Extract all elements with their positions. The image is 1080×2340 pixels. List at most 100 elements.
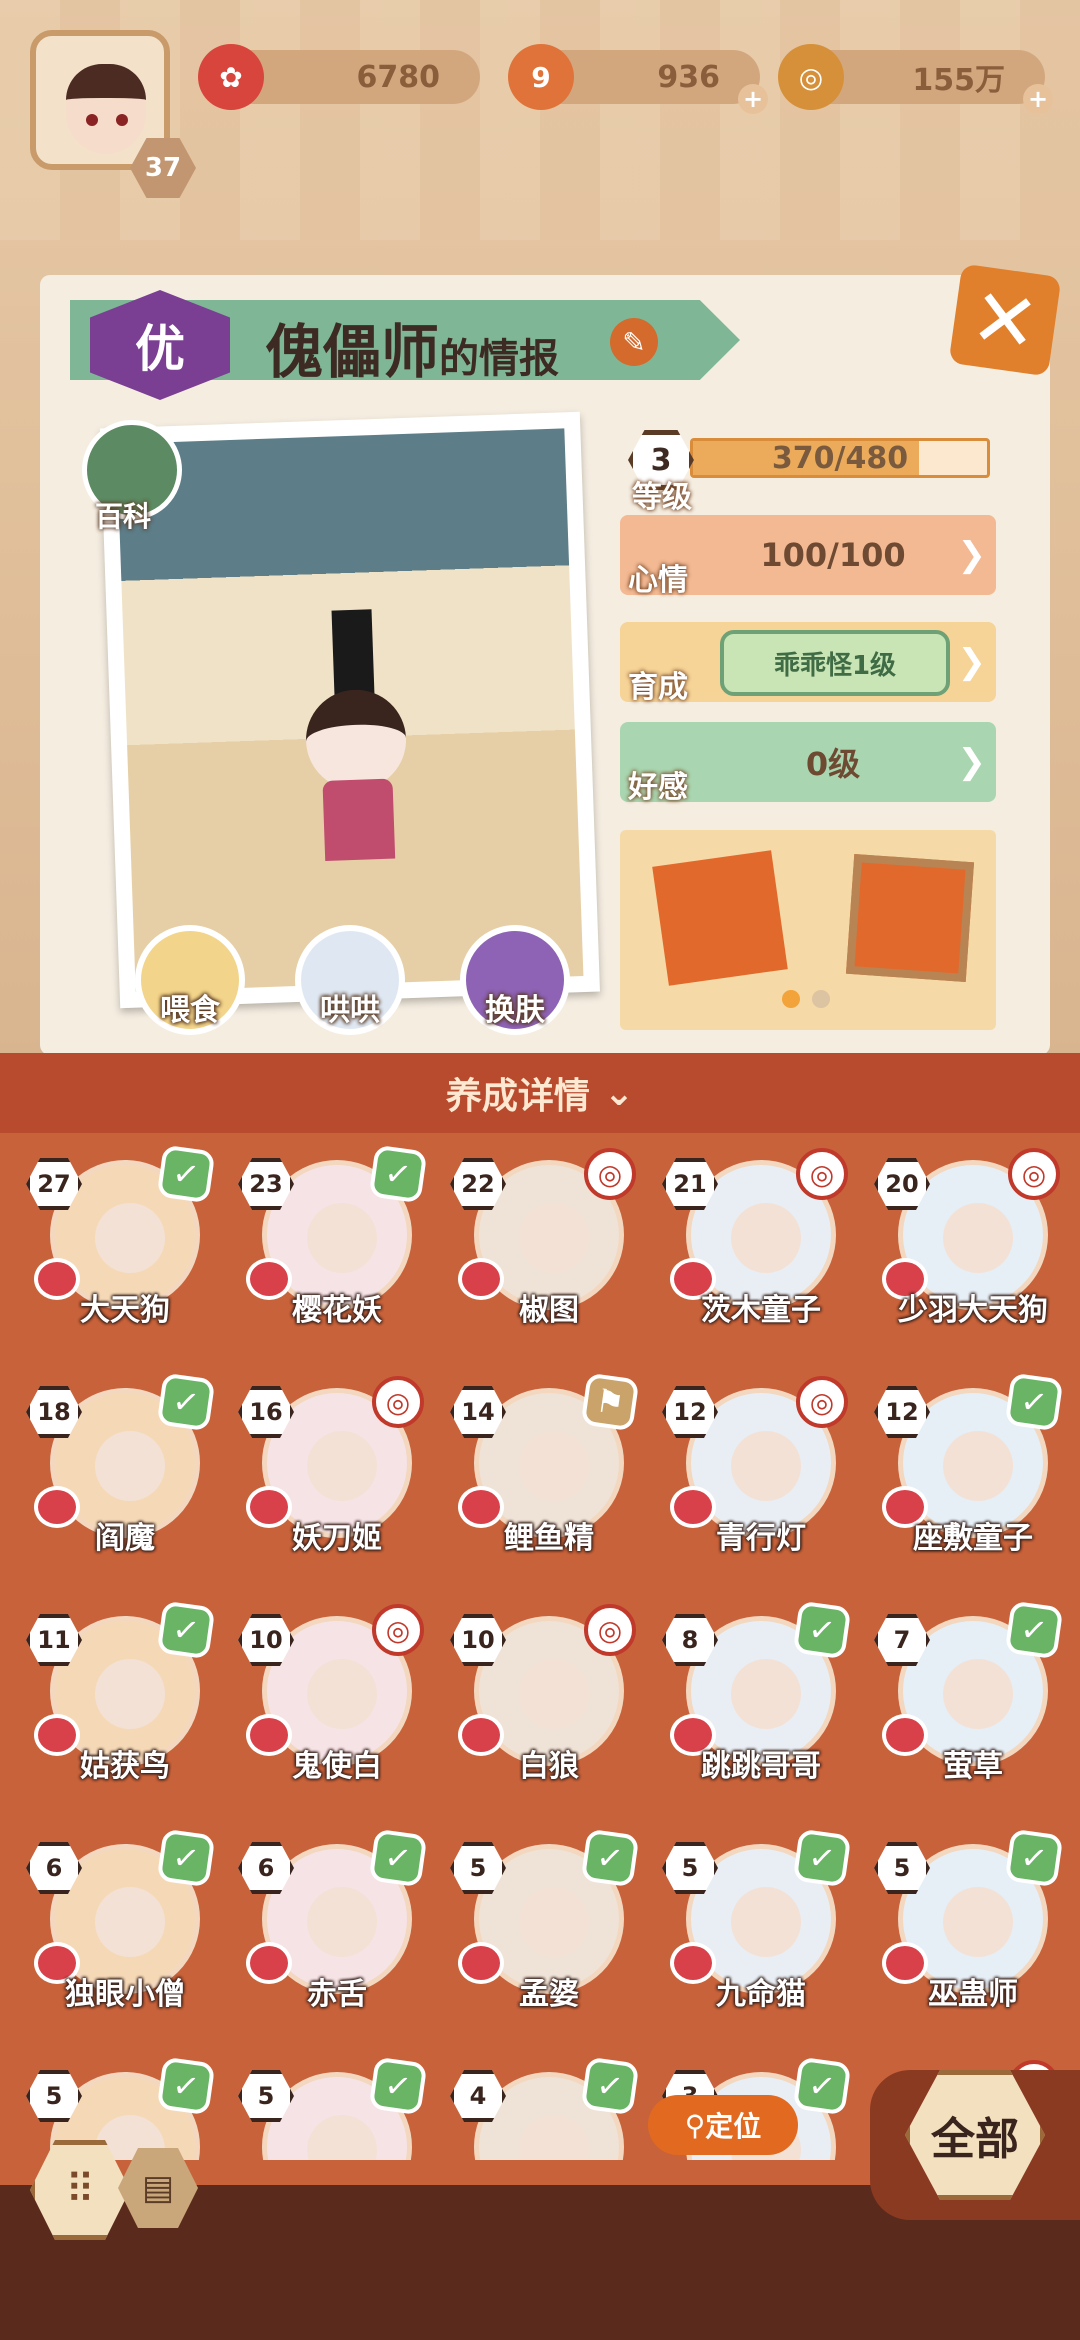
resource-value: 936 xyxy=(657,59,720,95)
pet-slot[interactable]: 12 ✓ 座敷童子 xyxy=(868,1368,1064,1578)
pet-face xyxy=(95,1203,165,1273)
puppeteer-character[interactable] xyxy=(282,607,431,872)
checkmark-icon: ✓ xyxy=(368,2056,428,2116)
resource-magatama[interactable]: 9 936 + xyxy=(508,44,768,114)
pet-slot[interactable]: 22 ◎ 椒图 xyxy=(444,1140,636,1350)
pet-face xyxy=(943,1887,1013,1957)
pet-name-label: 萤草 xyxy=(943,1749,1003,1784)
pet-name-label: 白狼 xyxy=(519,1749,579,1784)
pet-slot[interactable]: 23 ✓ 樱花妖 xyxy=(232,1140,428,1350)
seal-icon: ◎ xyxy=(372,1376,424,1428)
pet-slot[interactable]: 5 ✓ 九命猫 xyxy=(656,1824,852,2034)
pet-slot[interactable]: 4 ✓ xyxy=(444,2052,640,2160)
magatama-icon: 9 xyxy=(508,44,574,110)
chevron-right-icon: ❯ xyxy=(957,642,987,682)
pet-face xyxy=(519,2115,589,2160)
exp-text: 370/480 xyxy=(771,440,909,476)
affection-row[interactable]: 0级 ❯ 好感 xyxy=(620,722,996,805)
plum-flower-icon: ✿ xyxy=(198,44,264,110)
pet-face xyxy=(943,1659,1013,1729)
level-label: 等级 xyxy=(632,480,692,515)
pet-name-label: 椒图 xyxy=(519,1293,579,1328)
resource-sakura-coin[interactable]: ✿ 6780 xyxy=(198,44,480,110)
pet-name-label: 独眼小僧 xyxy=(65,1977,185,2012)
pet-slot[interactable]: 20 ◎ 少羽大天狗 xyxy=(868,1140,1060,1350)
pet-slot[interactable]: 14 ⚑ 鲤鱼精 xyxy=(444,1368,640,1578)
pet-slot[interactable]: 6 ✓ 赤舌 xyxy=(232,1824,428,2034)
pet-slot[interactable]: 21 ◎ 茨木童子 xyxy=(656,1140,848,1350)
pet-slot[interactable]: 6 ✓ 独眼小僧 xyxy=(20,1824,216,2034)
seal-icon: ◎ xyxy=(796,1376,848,1428)
checkmark-icon: ✓ xyxy=(792,1600,852,1660)
close-button[interactable]: ✕ xyxy=(948,263,1062,377)
character-body xyxy=(322,778,396,861)
pet-name-label: 赤舌 xyxy=(307,1977,367,2012)
pet-face xyxy=(731,1431,801,1501)
mood-label: 心情 xyxy=(628,563,688,598)
resource-value: 6780 xyxy=(356,59,441,95)
chevron-right-icon: ❯ xyxy=(957,742,987,782)
pet-name-label: 妖刀姬 xyxy=(292,1521,382,1556)
chevron-right-icon: ❯ xyxy=(957,535,987,575)
checkmark-icon: ✓ xyxy=(368,1828,428,1888)
edit-name-button[interactable]: ✎ xyxy=(610,318,658,366)
feed-label: 喂食 xyxy=(160,993,220,1028)
checkmark-icon: ✓ xyxy=(580,1828,640,1888)
pet-grid: 27 ✓ 大天狗 23 ✓ 樱花妖 22 ◎ 椒图 21 ◎ 茨木童子 20 ◎ 少羽大天狗 18 ✓ 阎魔 16 ◎… xyxy=(0,1140,1080,2160)
pet-photo xyxy=(100,411,600,1009)
pet-name-label: 跳跳哥哥 xyxy=(701,1749,821,1784)
character-hat xyxy=(331,609,375,701)
locate-button[interactable]: ⚲ 定位 xyxy=(648,2095,798,2155)
pet-name-label: 孟婆 xyxy=(519,1977,579,2012)
pet-slot[interactable]: 10 ◎ 鬼使白 xyxy=(232,1596,424,1806)
sticker-card-locked[interactable] xyxy=(845,853,975,983)
pet-slot[interactable]: 16 ◎ 妖刀姬 xyxy=(232,1368,424,1578)
seal-icon: ◎ xyxy=(796,1148,848,1200)
pet-face xyxy=(943,1203,1013,1273)
growth-label: 育成 xyxy=(628,670,688,705)
checkmark-icon: ✓ xyxy=(156,1828,216,1888)
add-magatama-button[interactable]: + xyxy=(738,84,768,114)
pet-slot[interactable]: 10 ◎ 白狼 xyxy=(444,1596,636,1806)
pet-name-label: 青行灯 xyxy=(716,1521,806,1556)
locate-label: 定位 xyxy=(705,2110,762,2143)
pet-slot[interactable]: 5 ✓ xyxy=(20,2052,216,2160)
page-dot[interactable] xyxy=(812,990,830,1008)
pet-name-label: 鲤鱼精 xyxy=(504,1521,594,1556)
pet-face xyxy=(731,1887,801,1957)
pet-slot[interactable]: 5 ✓ 孟婆 xyxy=(444,1824,640,2034)
change-skin-label: 换肤 xyxy=(485,993,545,1028)
resource-gold[interactable]: ◎ 155万 + xyxy=(778,44,1053,114)
checkmark-icon: ✓ xyxy=(1004,1372,1064,1432)
pet-slot[interactable]: 5 ✓ xyxy=(232,2052,428,2160)
add-gold-button[interactable]: + xyxy=(1023,84,1053,114)
page-dot-active[interactable] xyxy=(782,990,800,1008)
pet-face xyxy=(95,1659,165,1729)
seal-icon: ◎ xyxy=(1008,1148,1060,1200)
pet-face xyxy=(95,1887,165,1957)
pet-slot[interactable]: 12 ◎ 青行灯 xyxy=(656,1368,848,1578)
pet-face xyxy=(519,1431,589,1501)
pet-slot[interactable]: 11 ✓ 姑获鸟 xyxy=(20,1596,216,1806)
checkmark-icon: ✓ xyxy=(156,2056,216,2116)
pet-slot[interactable]: 18 ✓ 阎魔 xyxy=(20,1368,216,1578)
sticker-card-locked[interactable] xyxy=(652,850,788,986)
checkmark-icon: ✓ xyxy=(368,1144,428,1204)
pet-face xyxy=(519,1659,589,1729)
checkmark-icon: ✓ xyxy=(1004,1600,1064,1660)
pet-slot[interactable]: 27 ✓ 大天狗 xyxy=(20,1140,216,1350)
mood-row[interactable]: 100/100 ❯ 心情 xyxy=(620,515,996,598)
pet-face xyxy=(307,1203,377,1273)
pet-face xyxy=(95,1431,165,1501)
pet-slot[interactable]: 7 ✓ 萤草 xyxy=(868,1596,1064,1806)
details-toggle[interactable]: 养成详情 ⌄ xyxy=(0,1053,1080,1133)
encyclopedia-label: 百科 xyxy=(95,500,152,533)
seal-icon: ◎ xyxy=(372,1604,424,1656)
checkmark-icon: ✓ xyxy=(156,1144,216,1204)
pet-slot[interactable]: 8 ✓ 跳跳哥哥 xyxy=(656,1596,852,1806)
character-head xyxy=(304,688,408,792)
coax-label: 哄哄 xyxy=(320,993,380,1028)
pet-slot[interactable]: 5 ✓ 巫蛊师 xyxy=(868,1824,1064,2034)
pet-face xyxy=(307,2115,377,2160)
avatar-eye xyxy=(86,114,98,126)
